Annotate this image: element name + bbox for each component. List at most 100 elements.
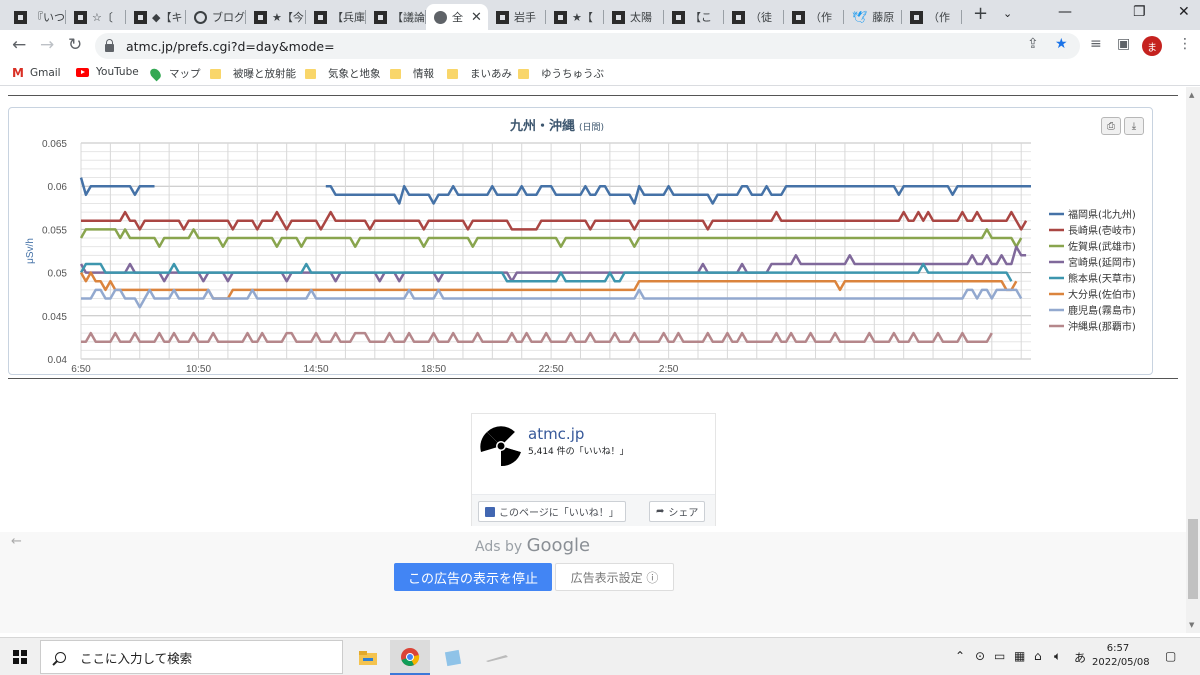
site-favicon-icon	[672, 10, 685, 24]
browser-tab[interactable]: 全 ✕	[426, 4, 488, 30]
x-tick-label: 14:50	[304, 364, 329, 375]
scroll-thumb[interactable]	[1188, 519, 1198, 599]
clock-time: 6:57	[1106, 643, 1130, 654]
bookmark-star-icon[interactable]: ★	[1055, 36, 1068, 52]
tab-label: 太陽	[630, 11, 652, 24]
tray-app-icon[interactable]: ⊙	[975, 649, 985, 663]
browser-tab[interactable]: 『いつ	[6, 4, 66, 30]
fb-like-count: 5,414 件の「いいね！」	[528, 447, 629, 457]
scroll-down-icon[interactable]: ▼	[1189, 621, 1194, 629]
bookmark-item[interactable]: ゆうちゅうぶ	[518, 66, 604, 81]
volume-icon[interactable]: 🔈︎	[1054, 649, 1061, 664]
tab-search-chevron-icon[interactable]: ⌄	[1003, 7, 1012, 20]
browser-tab[interactable]: 🕊︎ 藤原	[844, 4, 902, 30]
new-tab-button[interactable]: +	[973, 3, 988, 24]
browser-tab[interactable]: （作	[784, 4, 844, 30]
fb-page-name[interactable]: atmc.jp	[528, 425, 584, 443]
profile-avatar[interactable]: ま	[1142, 36, 1162, 56]
bookmark-item[interactable]: 被曝と放射能	[210, 66, 296, 81]
site-favicon-icon	[732, 10, 745, 24]
notepad-icon[interactable]	[433, 640, 473, 675]
y-tick-label: 0.05	[48, 269, 68, 280]
windows-start-icon[interactable]	[13, 650, 27, 664]
address-bar[interactable]: atmc.jp/prefs.cgi?d=day&mode=	[95, 33, 1080, 59]
bookmark-label: マップ	[169, 68, 201, 80]
share-arrow-icon: ➦	[656, 506, 665, 517]
ad-feedback-area: ← Ads by Google この広告の表示を停止 広告表示設定 ⓘ	[0, 532, 1186, 633]
file-explorer-icon[interactable]	[348, 640, 388, 675]
browser-tab[interactable]: ◆【キ	[126, 4, 186, 30]
network-icon[interactable]: ⌂	[1034, 649, 1042, 663]
forward-icon[interactable]: →	[40, 35, 54, 55]
google-label: Google	[526, 535, 591, 556]
taskbar-clock[interactable]: 6:57 2022/05/08	[1092, 642, 1150, 670]
x-tick-label: 10:50	[186, 364, 211, 375]
folder-icon	[210, 68, 221, 79]
browser-tab[interactable]: （作	[902, 4, 962, 30]
gmail-icon: M	[12, 66, 24, 80]
close-tab-icon[interactable]: ✕	[471, 10, 482, 25]
browser-tab[interactable]: 【兵庫	[306, 4, 366, 30]
lock-icon[interactable]	[105, 39, 114, 52]
battery-icon[interactable]: ▭	[994, 649, 1005, 663]
bookmark-label: ゆうちゅうぶ	[541, 68, 604, 80]
fb-share-button[interactable]: ➦ シェア	[649, 501, 706, 522]
stop-ad-button[interactable]: この広告の表示を停止	[394, 563, 552, 591]
folder-icon	[390, 68, 401, 79]
reload-icon[interactable]: ↻	[68, 35, 82, 55]
media-icon[interactable]: ≡	[1090, 36, 1102, 52]
tab-label: 藤原	[872, 11, 895, 24]
share-icon[interactable]: ⇪	[1027, 36, 1039, 52]
restore-icon[interactable]: ❐	[1133, 4, 1146, 20]
back-arrow-icon[interactable]: ←	[11, 534, 22, 549]
bookmark-label: まいあみ	[470, 68, 512, 80]
bookmark-item[interactable]: M Gmail	[12, 66, 61, 80]
chrome-icon[interactable]	[390, 640, 430, 675]
divider	[8, 378, 1178, 379]
tab-label: 全	[452, 11, 463, 24]
tray-up-chevron-icon[interactable]: ⌃	[955, 649, 965, 663]
bookmark-item[interactable]: まいあみ	[447, 66, 512, 81]
bookmark-item[interactable]: YouTube	[76, 66, 139, 78]
ime-indicator[interactable]: あ	[1074, 649, 1086, 666]
browser-tab[interactable]: 【議論	[366, 4, 426, 30]
tray-app2-icon[interactable]: ▦	[1014, 649, 1025, 663]
browser-tab[interactable]: ★【	[546, 4, 604, 30]
bookmark-label: 情報	[413, 68, 434, 80]
browser-tab[interactable]: 岩手	[488, 4, 546, 30]
bookmark-item[interactable]: マップ	[148, 66, 201, 81]
download-chart-icon[interactable]: ⤓	[1124, 117, 1144, 135]
page-scrollbar[interactable]: ▲ ▼	[1186, 87, 1200, 633]
back-icon[interactable]: ←	[12, 35, 26, 55]
browser-tab[interactable]: ★【今	[246, 4, 306, 30]
taskbar-search-box[interactable]: ここに入力して検索	[40, 640, 343, 674]
notification-icon[interactable]: ▢	[1165, 649, 1176, 663]
tab-label: ★【	[572, 11, 593, 24]
bookmark-item[interactable]: 情報	[390, 66, 434, 81]
y-tick-label: 0.06	[48, 182, 68, 193]
browser-tab[interactable]: 太陽	[604, 4, 664, 30]
legend-entry: 長崎県(壱岐市)	[1068, 224, 1136, 237]
print-chart-icon[interactable]: ⎙	[1101, 117, 1121, 135]
radiation-chart: 0.065 0.06 0.055 0.05 0.045 0.04 6:50 10:50 14:5…	[8, 107, 1153, 375]
browser-tab[interactable]: 【こ	[664, 4, 724, 30]
youtube-icon	[76, 67, 89, 77]
browser-tab[interactable]: ☆〔	[66, 4, 126, 30]
radiation-logo[interactable]	[477, 422, 525, 470]
ad-settings-button[interactable]: 広告表示設定 ⓘ	[555, 563, 674, 591]
menu-icon[interactable]: ⋮	[1178, 36, 1192, 52]
chart-title: 九州・沖縄 (日間)	[509, 118, 604, 134]
fb-like-button[interactable]: このページに「いいね！」	[478, 501, 626, 522]
bookmark-item[interactable]: 気象と地象	[305, 66, 381, 81]
scroll-up-icon[interactable]: ▲	[1189, 91, 1194, 99]
browser-tab[interactable]: （徒	[724, 4, 784, 30]
globe-icon	[434, 10, 447, 24]
browser-tab[interactable]: ブログ	[186, 4, 246, 30]
side-panel-icon[interactable]: ▣	[1117, 36, 1130, 52]
y-tick-label: 0.065	[42, 139, 67, 150]
close-window-icon[interactable]: ✕	[1178, 4, 1190, 20]
legend-entry: 福岡県(北九州)	[1068, 208, 1136, 221]
windows-taskbar: ここに入力して検索 ⌃ ⊙ ▭ ▦ ⌂ 🔈︎ あ 6:57 2022/05/08…	[0, 637, 1200, 675]
minimize-icon[interactable]: —	[1058, 4, 1072, 20]
app-pen-icon[interactable]	[477, 640, 517, 675]
